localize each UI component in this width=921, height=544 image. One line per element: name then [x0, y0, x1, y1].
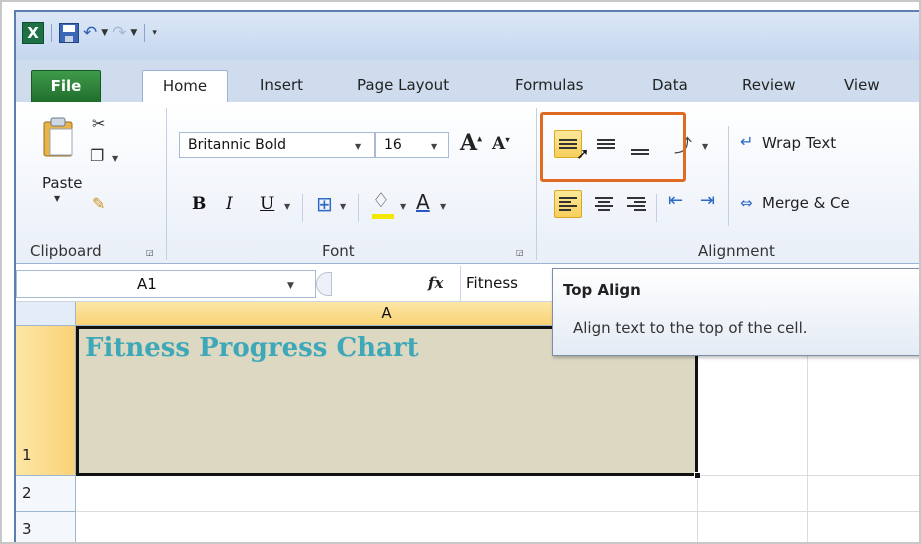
tab-data[interactable]: Data — [652, 76, 688, 94]
formula-input[interactable]: Fitness — [466, 274, 518, 292]
paste-dropdown-icon[interactable]: ▼ — [54, 194, 60, 203]
fill-color-dropdown-icon[interactable]: ▼ — [400, 202, 406, 211]
borders-dropdown-icon[interactable]: ▼ — [340, 202, 346, 211]
screenshot-frame: X ↶ ▼ ↷ ▼ ▾ File Home Insert Page Layout… — [0, 0, 921, 544]
font-group-label: Font — [322, 242, 355, 260]
ribbon-tabs: File Home Insert Page Layout Formulas Da… — [16, 60, 919, 103]
customize-qat-icon[interactable]: ▾ — [152, 23, 157, 43]
row-header-2[interactable]: 2 — [16, 476, 76, 512]
save-icon[interactable] — [59, 23, 79, 43]
increase-indent-icon[interactable]: ⇥ — [700, 190, 715, 211]
font-color-button[interactable]: A — [416, 190, 430, 214]
tab-home[interactable]: Home — [142, 70, 228, 103]
format-separator — [728, 126, 729, 226]
fill-handle[interactable] — [694, 472, 701, 479]
undo-icon[interactable]: ↶ — [83, 23, 97, 43]
shrink-font-button[interactable]: A▾ — [492, 134, 510, 154]
group-separator — [536, 108, 537, 260]
alignment-group-label: Alignment — [698, 242, 775, 260]
highlight-callout-box — [540, 112, 686, 182]
cell-b2[interactable] — [698, 476, 808, 512]
format-separator — [358, 194, 359, 222]
qat-separator — [51, 24, 52, 42]
cell-c2[interactable] — [808, 476, 919, 512]
quick-access-toolbar: X ↶ ▼ ↷ ▼ ▾ — [22, 22, 157, 44]
align-center-button[interactable] — [590, 190, 618, 218]
title-bar: X ↶ ▼ ↷ ▼ ▾ — [16, 12, 919, 60]
tab-view[interactable]: View — [844, 76, 880, 94]
excel-window: X ↶ ▼ ↷ ▼ ▾ File Home Insert Page Layout… — [14, 10, 919, 542]
insert-function-button[interactable]: fx — [428, 274, 443, 292]
merge-center-button[interactable]: Merge & Ce — [762, 194, 850, 212]
tooltip-top-align: Top Align Align text to the top of the c… — [552, 268, 919, 356]
font-name-dropdown-icon[interactable]: ▼ — [355, 142, 361, 151]
cell-c3[interactable] — [808, 512, 919, 542]
row-header-1[interactable]: 1 — [16, 326, 76, 476]
cell-b3[interactable] — [698, 512, 808, 542]
clipboard-launcher-icon[interactable]: ◲ — [146, 248, 154, 257]
align-right-button[interactable] — [622, 190, 650, 218]
paste-button[interactable]: Paste — [42, 174, 83, 192]
ribbon-home: Paste ▼ ✂ ❐ ▼ ✎ Clipboard ◲ Britannic Bo… — [16, 102, 919, 264]
name-box-value: A1 — [137, 275, 157, 293]
cell-a2[interactable] — [76, 476, 698, 512]
name-box[interactable]: A1 ▼ — [16, 270, 316, 298]
formula-bar-resize-handle[interactable] — [316, 272, 332, 296]
select-all-corner[interactable] — [16, 302, 76, 326]
tab-formulas[interactable]: Formulas — [515, 76, 583, 94]
row-header-3[interactable]: 3 — [16, 512, 76, 542]
tab-insert[interactable]: Insert — [260, 76, 303, 94]
tab-file[interactable]: File — [31, 70, 101, 102]
wrap-text-icon[interactable]: ↵ — [740, 132, 753, 151]
fill-color-icon[interactable]: ♢ — [372, 188, 390, 212]
excel-icon[interactable]: X — [22, 22, 44, 44]
tooltip-title: Top Align — [563, 281, 641, 299]
merge-center-icon[interactable]: ⇔ — [740, 194, 753, 212]
decrease-indent-icon[interactable]: ⇤ — [668, 190, 683, 211]
format-painter-icon[interactable]: ✎ — [92, 194, 105, 213]
format-separator — [302, 194, 303, 222]
underline-dropdown-icon[interactable]: ▼ — [284, 202, 290, 211]
undo-dropdown-icon[interactable]: ▼ — [101, 23, 108, 43]
redo-icon[interactable]: ↷ — [112, 23, 126, 43]
name-box-dropdown-icon[interactable]: ▼ — [287, 281, 294, 291]
font-size-select[interactable]: 16 — [375, 132, 449, 158]
paste-icon[interactable] — [42, 116, 76, 158]
tab-page-layout[interactable]: Page Layout — [357, 76, 449, 94]
grow-font-button[interactable]: A▴ — [460, 130, 482, 156]
borders-icon[interactable]: ⊞ — [316, 192, 333, 216]
font-color-dropdown-icon[interactable]: ▼ — [440, 202, 446, 211]
font-name-select[interactable]: Britannic Bold — [179, 132, 375, 158]
cell-a3[interactable] — [76, 512, 698, 542]
qat-separator — [144, 24, 146, 42]
fill-color-swatch — [372, 214, 394, 219]
copy-icon[interactable]: ❐ — [90, 146, 104, 165]
wrap-text-button[interactable]: Wrap Text — [762, 134, 836, 152]
tab-review[interactable]: Review — [742, 76, 796, 94]
italic-button[interactable]: I — [226, 194, 233, 214]
formula-separator — [460, 266, 461, 302]
copy-dropdown-icon[interactable]: ▼ — [112, 154, 118, 163]
font-launcher-icon[interactable]: ◲ — [516, 248, 524, 257]
tooltip-description: Align text to the top of the cell. — [573, 319, 808, 337]
cell-a1-text: Fitness Progress Chart — [85, 333, 419, 363]
cut-icon[interactable]: ✂ — [92, 114, 105, 133]
align-left-button[interactable] — [554, 190, 582, 218]
underline-button[interactable]: U — [260, 194, 274, 214]
redo-dropdown-icon[interactable]: ▼ — [130, 23, 137, 43]
format-separator — [656, 194, 657, 222]
clipboard-group-label: Clipboard — [30, 242, 102, 260]
font-size-dropdown-icon[interactable]: ▼ — [431, 142, 437, 151]
bold-button[interactable]: B — [192, 194, 206, 214]
group-separator — [166, 108, 167, 260]
orientation-dropdown-icon[interactable]: ▼ — [702, 142, 708, 151]
